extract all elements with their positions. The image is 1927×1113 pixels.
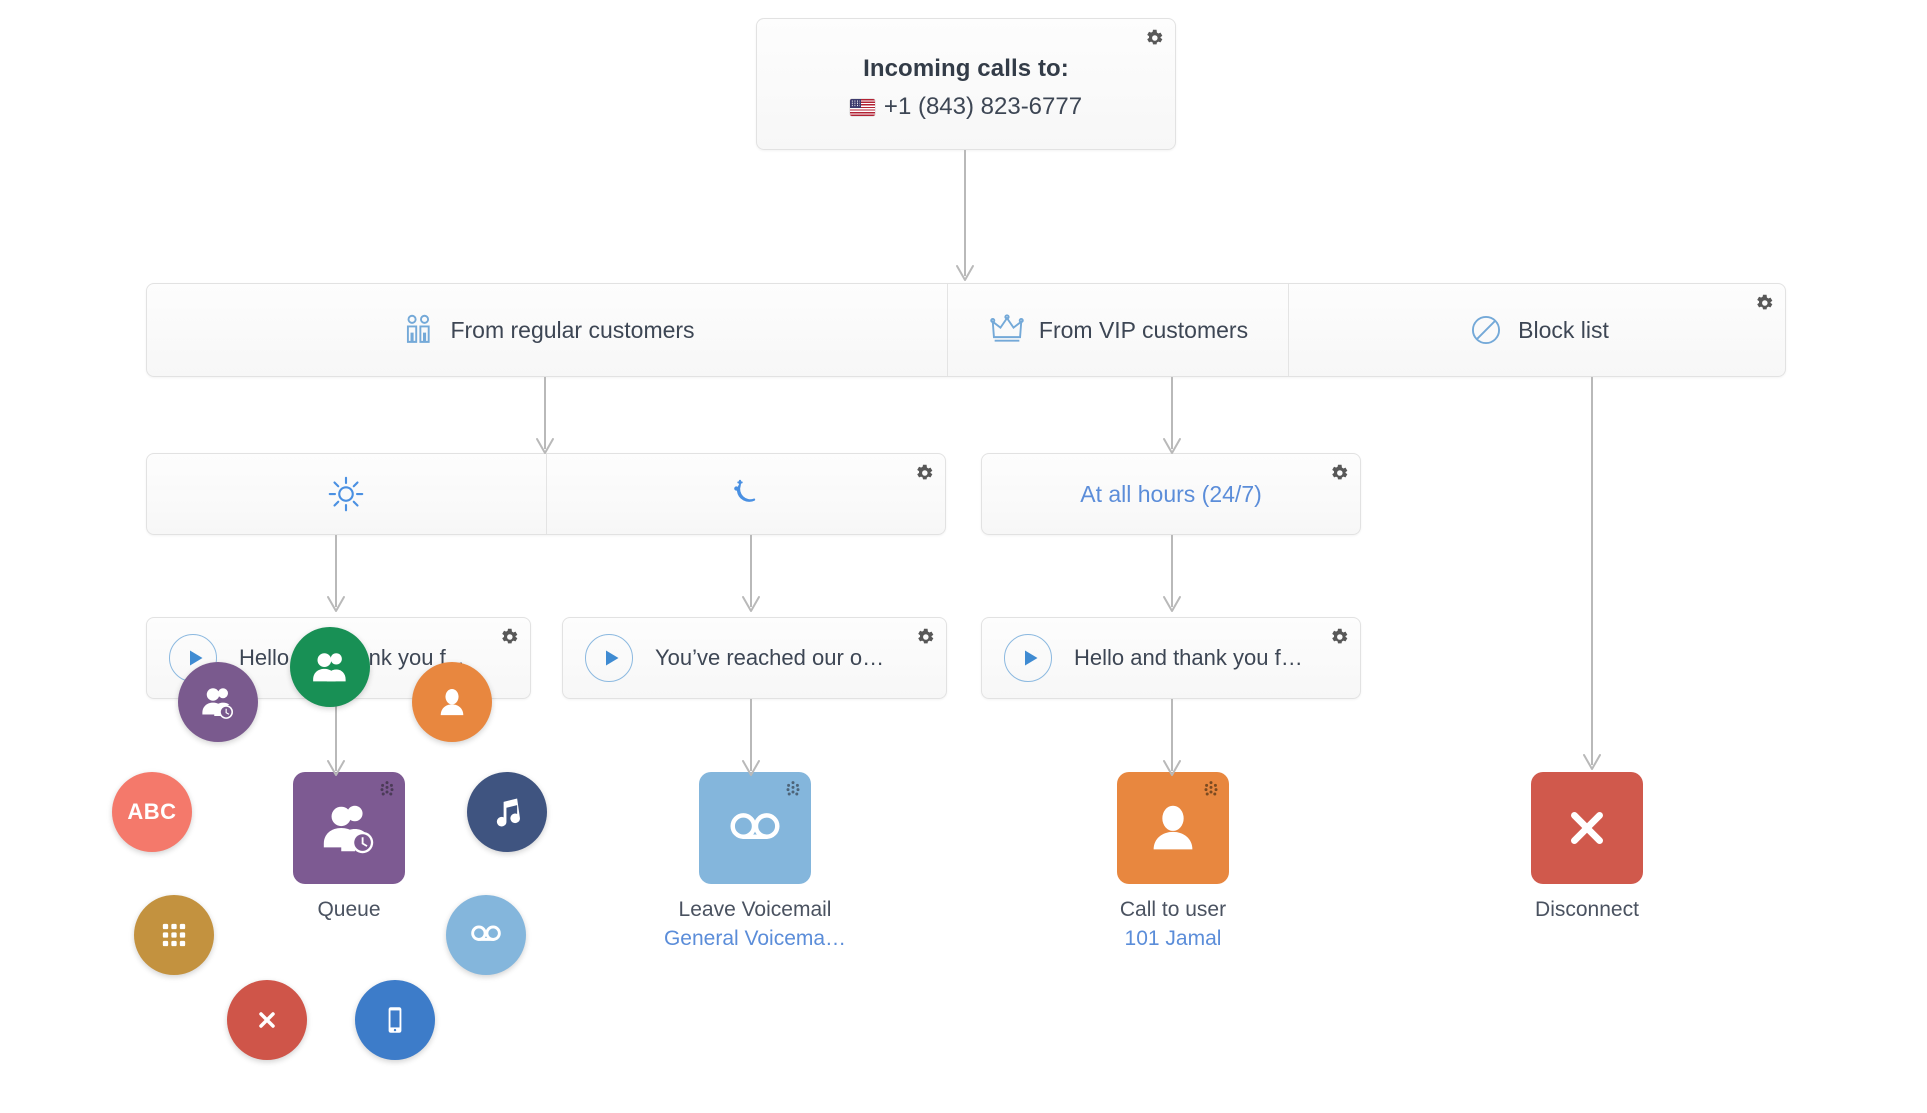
voicemail-icon	[471, 925, 501, 941]
queue-tile-button[interactable]	[293, 772, 405, 884]
gear-icon[interactable]	[1328, 462, 1350, 484]
circle-slash-icon	[1467, 311, 1505, 349]
two-people-icon	[399, 311, 437, 349]
connector-night-to-greeting	[741, 535, 781, 621]
people-clock-icon	[323, 805, 374, 854]
action-tile-call-to-user: Call to user 101 Jamal	[1078, 772, 1268, 951]
schedule-all-hours-link[interactable]: At all hours (24/7)	[1080, 481, 1262, 508]
connector-greeting-to-voicemail	[741, 699, 781, 785]
connector-blocklist-to-disconnect	[1582, 377, 1622, 777]
music-note-icon	[496, 798, 520, 827]
fab-queue[interactable]	[178, 662, 258, 742]
segment-label: From regular customers	[450, 316, 695, 343]
fab-disconnect[interactable]	[227, 980, 307, 1060]
action-tile-queue: Queue	[254, 772, 444, 922]
play-icon[interactable]	[585, 634, 633, 682]
tile-sublabel[interactable]: General Voicema…	[660, 927, 850, 951]
action-tile-disconnect: Disconnect	[1492, 772, 1682, 922]
gear-icon[interactable]	[498, 626, 520, 648]
schedule-card-regular	[146, 453, 946, 535]
incoming-phone-number: +1 (843) 823-6777	[883, 93, 1083, 120]
fab-abc[interactable]: ABC	[112, 772, 192, 852]
close-x-icon	[1571, 812, 1603, 844]
page-title: Incoming calls to:	[863, 55, 1069, 82]
gear-icon[interactable]	[1753, 292, 1775, 314]
greeting-card-vip: Hello and thank you f…	[981, 617, 1361, 699]
moon-icon	[726, 474, 766, 514]
drag-handle-icon[interactable]	[377, 780, 397, 800]
fab-ring-group[interactable]	[290, 627, 370, 707]
schedule-card-vip: At all hours (24/7)	[981, 453, 1361, 535]
connector-vip-to-schedule	[1162, 377, 1202, 463]
us-flag-icon	[849, 98, 875, 116]
greeting-text: You’ve reached our o…	[655, 645, 885, 670]
schedule-nighttime[interactable]	[545, 454, 946, 534]
drag-handle-icon[interactable]	[783, 780, 803, 800]
keypad-icon	[162, 923, 186, 947]
action-tile-leave-voicemail: Leave Voicemail General Voicema…	[660, 772, 850, 951]
segment-label: From VIP customers	[1038, 316, 1249, 343]
disconnect-tile-button[interactable]	[1531, 772, 1643, 884]
greeting-text: Hello and thank you f…	[1074, 645, 1303, 670]
gear-icon[interactable]	[1143, 27, 1165, 49]
connector-greeting-to-calluser	[1162, 699, 1202, 785]
drag-handle-icon[interactable]	[1201, 780, 1221, 800]
segment-block-list[interactable]: Block list	[1288, 284, 1787, 376]
routing-segment-bar: From regular customers From VIP customer…	[146, 283, 1786, 377]
gear-icon[interactable]	[913, 462, 935, 484]
voicemail-icon	[730, 813, 780, 839]
fab-mobile-phone[interactable]	[355, 980, 435, 1060]
segment-vip-customers[interactable]: From VIP customers	[947, 284, 1288, 376]
user-icon	[1153, 805, 1193, 850]
tile-sublabel[interactable]: 101 Jamal	[1078, 927, 1268, 951]
fab-music-on-hold[interactable]	[467, 772, 547, 852]
connector-regular-to-schedule	[535, 377, 575, 463]
fab-voicemail[interactable]	[446, 895, 526, 975]
tile-label: Leave Voicemail	[678, 898, 832, 921]
two-people-icon	[313, 653, 346, 682]
connector-root-to-segbar	[955, 150, 995, 290]
tile-label: Call to user	[1119, 898, 1227, 921]
gear-icon[interactable]	[1328, 626, 1350, 648]
play-icon[interactable]	[1004, 634, 1052, 682]
tile-label: Disconnect	[1535, 898, 1639, 921]
close-x-icon	[259, 1012, 275, 1028]
schedule-daytime[interactable]	[147, 454, 546, 534]
gear-icon[interactable]	[914, 626, 936, 648]
greeting-card-nighttime: You’ve reached our o…	[562, 617, 947, 699]
fab-user[interactable]	[412, 662, 492, 742]
user-icon	[440, 688, 464, 716]
tile-label: Queue	[317, 898, 381, 921]
mobile-phone-icon	[388, 1007, 402, 1033]
voicemail-tile-button[interactable]	[699, 772, 811, 884]
connector-vipsched-to-greeting	[1162, 535, 1202, 621]
calluser-tile-button[interactable]	[1117, 772, 1229, 884]
connector-greeting-to-queue	[326, 699, 366, 785]
sun-icon	[326, 474, 366, 514]
abc-label: ABC	[127, 799, 177, 824]
people-clock-icon	[202, 688, 233, 719]
incoming-calls-card[interactable]: Incoming calls to: +1 (843) 823-6777	[756, 18, 1176, 150]
segment-label: Block list	[1518, 316, 1609, 343]
crown-icon	[988, 311, 1026, 349]
incoming-number-row: +1 (843) 823-6777	[757, 93, 1175, 121]
segment-regular-customers[interactable]: From regular customers	[147, 284, 947, 376]
fab-keypad-menu[interactable]	[134, 895, 214, 975]
call-flow-canvas: Incoming calls to: +1 (843) 823-6777 Fro…	[0, 0, 1927, 1113]
connector-day-to-greeting	[326, 535, 366, 621]
